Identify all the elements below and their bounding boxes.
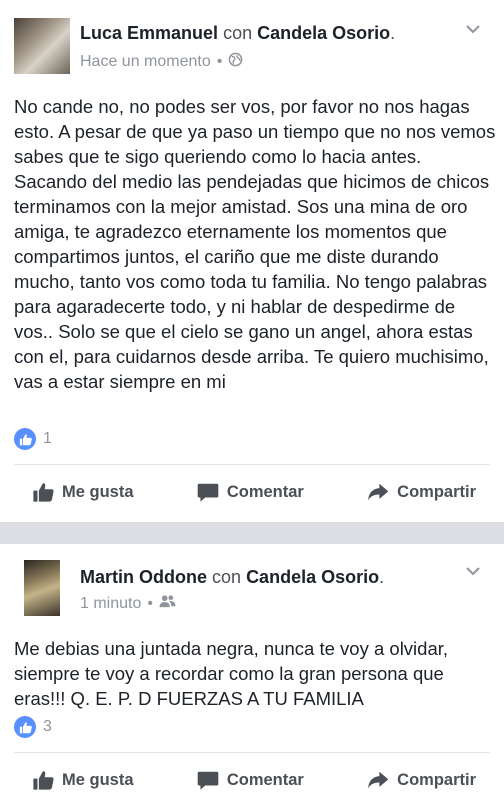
connector-text: con: [223, 23, 253, 43]
thumbs-up-icon: [32, 481, 54, 503]
share-label: Compartir: [397, 770, 476, 789]
author-name[interactable]: Luca Emmanuel: [80, 23, 218, 43]
comment-button[interactable]: Comentar: [197, 769, 304, 791]
post-2: Martin Oddone con Candela Osorio. 1 minu…: [0, 544, 504, 800]
share-arrow-icon: [367, 769, 389, 791]
post-1: Luca Emmanuel con Candela Osorio. Hace u…: [0, 0, 504, 522]
post-header: Luca Emmanuel con Candela Osorio.: [80, 22, 395, 44]
action-bar: Me gusta Comentar Compartir: [0, 760, 504, 800]
share-label: Compartir: [397, 482, 476, 501]
timestamp[interactable]: Hace un momento: [80, 53, 211, 71]
dot-separator: •: [147, 595, 153, 612]
friends-icon: [159, 594, 176, 614]
dot-separator: •: [216, 53, 223, 70]
connector-text: con: [212, 567, 242, 587]
chevron-down-icon[interactable]: [464, 562, 482, 580]
comment-icon: [197, 769, 219, 791]
divider: [14, 464, 490, 465]
divider: [14, 752, 490, 753]
like-button[interactable]: Me gusta: [32, 481, 134, 503]
action-bar: Me gusta Comentar Compartir: [0, 472, 504, 512]
avatar[interactable]: [24, 560, 60, 616]
like-reaction-icon: [14, 428, 36, 450]
post-separator: [0, 522, 504, 544]
period-text: .: [379, 567, 385, 587]
share-button[interactable]: Compartir: [367, 481, 476, 503]
comment-label: Comentar: [226, 482, 304, 501]
post-text: Me debias una juntada negra, nunca te vo…: [14, 638, 449, 709]
share-button[interactable]: Compartir: [367, 769, 476, 791]
post-meta: Hace un momento •: [80, 52, 243, 72]
comment-button[interactable]: Comentar: [197, 481, 304, 503]
like-button[interactable]: Me gusta: [32, 769, 134, 791]
thumbs-up-icon: [32, 769, 54, 791]
like-count: 3: [43, 718, 52, 735]
like-reaction-icon: [14, 716, 36, 738]
like-count: 1: [43, 430, 52, 447]
tagged-name[interactable]: Candela Osorio: [257, 23, 390, 43]
like-label: Me gusta: [62, 770, 134, 789]
comment-label: Comentar: [226, 770, 304, 789]
post-meta: 1 minuto •: [80, 594, 176, 614]
comment-icon: [197, 481, 219, 503]
post-header: Martin Oddone con Candela Osorio.: [80, 566, 384, 588]
reactions-summary[interactable]: 3: [14, 716, 52, 738]
share-arrow-icon: [367, 481, 389, 503]
timestamp[interactable]: 1 minuto: [80, 595, 141, 613]
author-name[interactable]: Martin Oddone: [80, 567, 207, 587]
like-label: Me gusta: [62, 482, 134, 501]
tagged-name[interactable]: Candela Osorio: [246, 567, 379, 587]
period-text: .: [390, 23, 396, 43]
avatar[interactable]: [14, 18, 70, 74]
chevron-down-icon[interactable]: [464, 20, 482, 38]
globe-icon: [228, 52, 243, 72]
post-text: No cande no, no podes ser vos, por favor…: [14, 96, 496, 392]
reactions-summary[interactable]: 1: [14, 428, 52, 450]
